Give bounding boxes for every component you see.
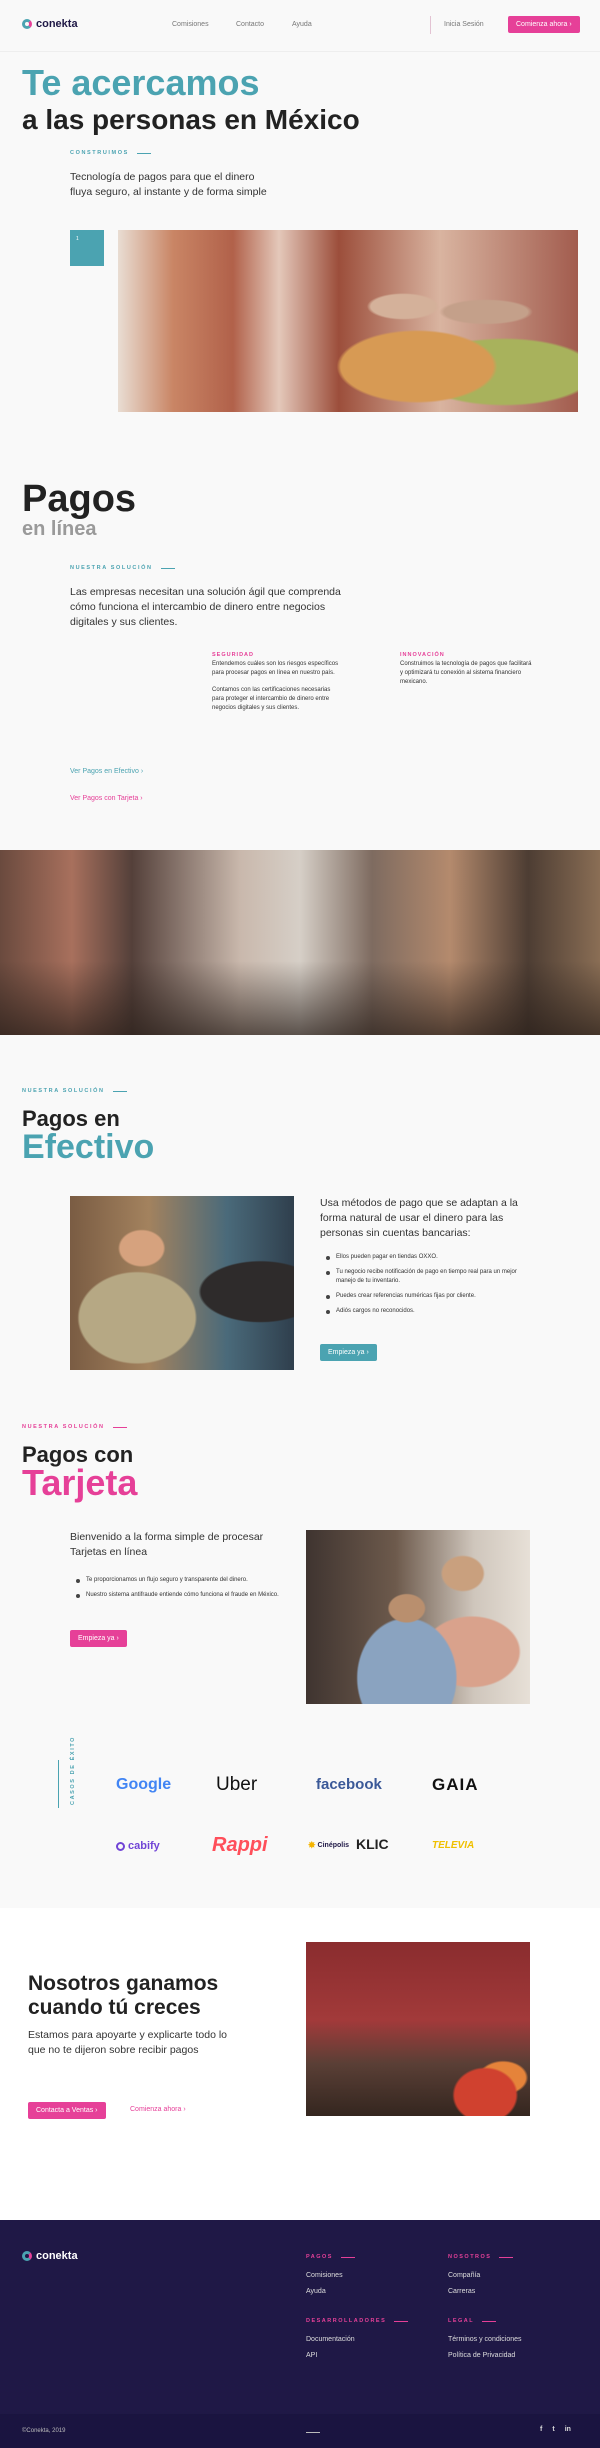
hero-title-line2: a las personas en México <box>22 104 360 135</box>
seguridad-text-2: Contamos con las certificaciones necesar… <box>212 687 331 711</box>
site-footer: conekta PAGOS Comisiones Ayuda NOSOTROS … <box>0 2220 600 2448</box>
linkedin-icon[interactable]: in <box>565 2426 571 2433</box>
pagos-text: Las empresas necesitan una solución ágil… <box>70 586 341 628</box>
footer-link-documentacion[interactable]: Documentación <box>306 2332 408 2348</box>
cabify-icon <box>116 1841 125 1851</box>
uber-logo: Uber <box>216 1774 258 1795</box>
footer-link-privacidad[interactable]: Política de Privacidad <box>448 2348 522 2364</box>
nav-comisiones[interactable]: Comisiones <box>172 21 209 28</box>
logo-text: conekta <box>36 18 78 30</box>
hero-eyebrow-text: CONSTRUIMOS <box>70 150 129 156</box>
clients-label: CASOS DE ÉXITO <box>70 1735 76 1805</box>
cabify-logo-text: cabify <box>128 1840 160 1852</box>
efectivo-bullet: Adiós cargos no reconocidos. <box>326 1307 530 1316</box>
pagos-eyebrow-text: NUESTRA SOLUCIÓN <box>70 565 153 571</box>
hero-counter: 1 <box>70 230 104 266</box>
rappi-logo: Rappi <box>212 1834 268 1856</box>
nav-contacto[interactable]: Contacto <box>236 21 264 28</box>
site-header: conekta Comisiones Contacto Ayuda Inicia… <box>0 0 600 52</box>
copyright: ©Conekta, 2019 <box>22 2428 66 2434</box>
seguridad-block: SEGURIDAD Entendemos cuáles son los ries… <box>212 652 342 713</box>
tarjeta-text: Bienvenido a la forma simple de procesar… <box>70 1531 264 1558</box>
footer-pagos: PAGOS Comisiones Ayuda <box>306 2254 355 2300</box>
footer-link-compania[interactable]: Compañía <box>448 2268 513 2284</box>
tarjeta-bullet: Te proporcionamos un flujo seguro y tran… <box>76 1576 282 1585</box>
innovacion-text: Construimos la tecnología de pagos que f… <box>400 661 532 685</box>
efectivo-bullet: Ellos pueden pagar en tiendas OXXO. <box>326 1253 530 1262</box>
cinepolis-logo-text: Cinépolis <box>317 1842 350 1849</box>
grow-title-line1: Nosotros ganamos <box>28 1972 219 1995</box>
street-photo <box>0 850 600 1035</box>
tarjeta-eyebrow: NUESTRA SOLUCIÓN <box>22 1424 127 1430</box>
logo[interactable]: conekta <box>22 18 78 30</box>
tarjeta-cta-button[interactable]: Empieza ya › <box>70 1630 127 1647</box>
twitter-icon[interactable]: t <box>552 2426 554 2433</box>
footer-divider <box>306 2432 320 2433</box>
link-efectivo[interactable]: Ver Pagos en Efectivo › <box>70 768 143 775</box>
pagos-eyebrow: NUESTRA SOLUCIÓN <box>70 565 175 571</box>
gaia-logo: GAIA <box>432 1775 479 1794</box>
link-efectivo-label: Ver Pagos en Efectivo <box>70 768 139 775</box>
hero-eyebrow: CONSTRUIMOS <box>70 150 151 156</box>
tarjeta-title-line2: Tarjeta <box>22 1462 138 1503</box>
efectivo-eyebrow: NUESTRA SOLUCIÓN <box>22 1088 127 1094</box>
cinepolis-logo: ✸ Cinépolis <box>308 1840 349 1851</box>
efectivo-cta-button[interactable]: Empieza ya › <box>320 1344 377 1361</box>
grow-photo <box>306 1942 530 2116</box>
google-logo: Google <box>116 1776 172 1793</box>
start-now-label: Comienza ahora <box>516 21 568 28</box>
efectivo-title-line2: Efectivo <box>22 1128 155 1166</box>
tarjeta-photo <box>306 1530 530 1704</box>
footer-desarrolladores: DESARROLLADORES Documentación API <box>306 2318 409 2364</box>
cinepolis-star-icon: ✸ <box>308 1840 316 1850</box>
innovacion-title: INNOVACIÓN <box>400 652 445 658</box>
footer-logo[interactable]: conekta <box>22 2250 78 2262</box>
footer-link-api[interactable]: API <box>306 2348 408 2364</box>
efectivo-bullet: Puedes crear referencias numéricas fijas… <box>326 1292 530 1301</box>
login-link[interactable]: Inicia Sesión <box>444 21 484 28</box>
contact-sales-button[interactable]: Contacta a Ventas › <box>28 2102 106 2119</box>
social-links: f t in <box>540 2426 571 2433</box>
cabify-logo: cabify <box>116 1840 160 1852</box>
footer-bottom-bar <box>0 2414 600 2448</box>
seguridad-text-1: Entendemos cuáles son los riesgos especí… <box>212 661 339 676</box>
footer-link-terminos[interactable]: Términos y condiciones <box>448 2332 522 2348</box>
start-now-button[interactable]: Comienza ahora › <box>508 16 580 33</box>
tarjeta-eyebrow-text: NUESTRA SOLUCIÓN <box>22 1424 105 1430</box>
conekta-logo-icon <box>22 2251 32 2261</box>
innovacion-block: INNOVACIÓN Construimos la tecnología de … <box>400 652 532 687</box>
efectivo-eyebrow-text: NUESTRA SOLUCIÓN <box>22 1088 105 1094</box>
pagos-subtitle: en línea <box>22 518 97 540</box>
seguridad-title: SEGURIDAD <box>212 652 255 658</box>
facebook-icon[interactable]: f <box>540 2426 542 2433</box>
footer-link-comisiones[interactable]: Comisiones <box>306 2268 355 2284</box>
footer-nosotros: NOSOTROS Compañía Carreras <box>448 2254 514 2300</box>
efectivo-bullets: Ellos pueden pagar en tiendas OXXO. Tu n… <box>326 1253 530 1322</box>
efectivo-photo <box>70 1196 294 1370</box>
footer-link-ayuda[interactable]: Ayuda <box>306 2284 355 2300</box>
hero-photo <box>118 230 578 412</box>
hero-text: Tecnología de pagos para que el dinero f… <box>70 171 267 198</box>
efectivo-bullet: Tu negocio recibe notificación de pago e… <box>326 1268 530 1286</box>
footer-link-carreras[interactable]: Carreras <box>448 2284 513 2300</box>
footer-legal: LEGAL Términos y condiciones Política de… <box>448 2318 522 2364</box>
grow-start-link[interactable]: Comienza ahora › <box>130 2106 186 2113</box>
footer-logo-text: conekta <box>36 2250 78 2262</box>
facebook-logo: facebook <box>316 1776 382 1793</box>
header-divider <box>430 16 431 34</box>
conekta-logo-icon <box>22 19 32 29</box>
grow-text: Estamos para apoyarte y explicarte todo … <box>28 2029 228 2056</box>
link-tarjeta-label: Ver Pagos con Tarjeta <box>70 795 139 802</box>
pagos-title: Pagos <box>22 478 137 520</box>
nav-ayuda[interactable]: Ayuda <box>292 21 312 28</box>
televia-logo: TELEVIA <box>432 1840 475 1851</box>
tarjeta-bullet: Nuestro sistema antifraude entiende cómo… <box>76 1591 282 1600</box>
hero-title-line1: Te acercamos <box>22 62 260 103</box>
grow-title-line2: cuando tú creces <box>28 1996 201 2019</box>
link-tarjeta[interactable]: Ver Pagos con Tarjeta › <box>70 795 143 802</box>
clients-rule <box>58 1760 64 1808</box>
tarjeta-bullets: Te proporcionamos un flujo seguro y tran… <box>76 1576 282 1606</box>
efectivo-text: Usa métodos de pago que se adaptan a la … <box>320 1197 518 1239</box>
klic-logo: KLIC <box>356 1836 389 1852</box>
